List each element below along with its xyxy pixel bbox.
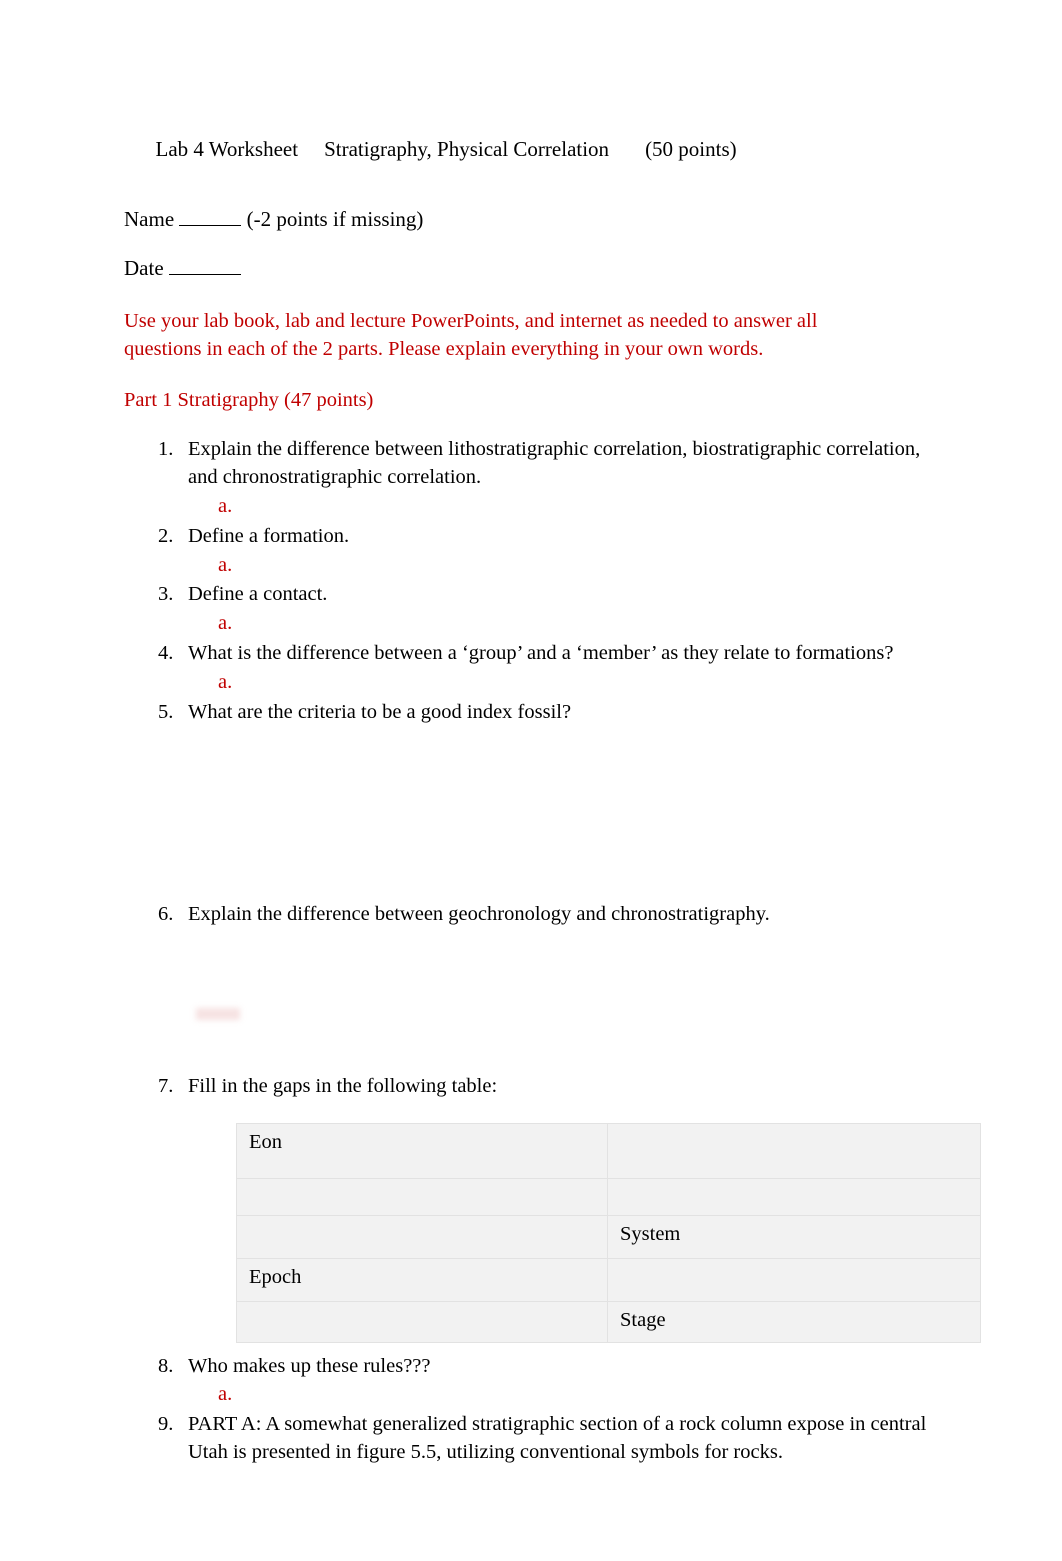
- table-row: Stage: [236, 1300, 981, 1343]
- table-cell-blank[interactable]: [236, 1177, 608, 1216]
- table-cell-eon[interactable]: Eon: [236, 1122, 608, 1179]
- question-item-4: 4. What is the difference between a ‘gro…: [124, 640, 944, 697]
- table-cell-blank[interactable]: [607, 1122, 981, 1179]
- question-text: Define a contact.: [188, 583, 328, 606]
- worksheet-subtitle: Stratigraphy, Physical Correlation: [324, 137, 610, 161]
- question-text: What are the criteria to be a good index…: [188, 700, 572, 723]
- question-text: PART A: A somewhat generalized stratigra…: [188, 1413, 927, 1464]
- question-number: 7.: [158, 1074, 174, 1097]
- question-item-7: 7. Fill in the gaps in the following tab…: [124, 1073, 944, 1101]
- worksheet-title-line: Lab 4 Worksheet Stratigraphy, Physical Co…: [124, 118, 944, 181]
- name-label: Name: [124, 207, 175, 231]
- document-page: Lab 4 Worksheet Stratigraphy, Physical Co…: [0, 0, 1062, 1561]
- total-points: (50 points): [645, 137, 737, 161]
- question-text: Explain the difference between lithostra…: [188, 438, 921, 488]
- part-1-heading: Part 1 Stratigraphy (47 points): [124, 388, 374, 411]
- question-text: Define a formation.: [188, 524, 350, 547]
- table-row: [236, 1177, 981, 1216]
- question-number: 2.: [158, 524, 174, 547]
- question-item-8: 8. Who makes up these rules??? a.: [124, 1353, 944, 1410]
- question-number: 3.: [158, 583, 174, 606]
- table-cell-epoch[interactable]: Epoch: [236, 1257, 608, 1302]
- question-text: Fill in the gaps in the following table:: [188, 1074, 498, 1097]
- table-cell-stage[interactable]: Stage: [607, 1300, 981, 1343]
- question-item-3: 3. Define a contact. a.: [124, 581, 944, 638]
- date-field-line: Date: [124, 258, 944, 279]
- sub-answer-marker: a.: [218, 612, 233, 635]
- question-number: 8.: [158, 1354, 174, 1377]
- page-title: Lab 4 Worksheet: [155, 137, 299, 161]
- table-cell-blank[interactable]: [607, 1257, 981, 1302]
- question-number: 5.: [158, 700, 174, 723]
- geologic-time-table: Eon System Epoch Stage: [236, 1122, 981, 1343]
- question-item-1: 1. Explain the difference between lithos…: [124, 436, 944, 521]
- question-number: 4.: [158, 642, 174, 665]
- name-input-blank[interactable]: [179, 210, 242, 226]
- sub-answer-marker: a.: [218, 671, 233, 694]
- answer-space-question-5[interactable]: [124, 729, 944, 901]
- table-row: Eon: [236, 1122, 981, 1179]
- question-list: 1. Explain the difference between lithos…: [124, 436, 981, 1467]
- answer-space-question-6[interactable]: [124, 931, 944, 1073]
- document-content: Lab 4 Worksheet Stratigraphy, Physical Co…: [124, 118, 981, 1469]
- sub-answer-marker: a.: [218, 494, 233, 517]
- question-text: Who makes up these rules???: [188, 1354, 431, 1377]
- question-item-5: 5. What are the criteria to be a good in…: [124, 699, 944, 727]
- geologic-time-table-wrapper: Eon System Epoch Stage: [236, 1122, 981, 1343]
- instructions-paragraph: Use your lab book, lab and lecture Power…: [124, 310, 818, 361]
- sub-answer-marker: a.: [218, 553, 233, 576]
- name-field-line: Name (-2 points if missing): [124, 209, 944, 230]
- table-cell-blank[interactable]: [236, 1300, 608, 1343]
- date-input-blank[interactable]: [168, 259, 241, 275]
- question-number: 1.: [158, 438, 174, 461]
- question-number: 6.: [158, 902, 174, 925]
- question-item-6: 6. Explain the difference between geochr…: [124, 901, 944, 929]
- question-text: Explain the difference between geochrono…: [188, 902, 770, 925]
- name-note: (-2 points if missing): [246, 207, 424, 231]
- question-item-2: 2. Define a formation. a.: [124, 523, 944, 580]
- table-cell-blank[interactable]: [607, 1177, 981, 1216]
- sub-answer-marker: a.: [218, 1383, 233, 1406]
- date-label: Date: [124, 256, 164, 280]
- table-cell-blank[interactable]: [236, 1214, 608, 1259]
- question-number: 9.: [158, 1413, 174, 1436]
- question-item-9: 9. PART A: A somewhat generalized strati…: [124, 1411, 944, 1467]
- table-cell-system[interactable]: System: [607, 1214, 981, 1259]
- question-text: What is the difference between a ‘group’…: [188, 642, 894, 665]
- table-row: System: [236, 1214, 981, 1259]
- table-row: Epoch: [236, 1257, 981, 1302]
